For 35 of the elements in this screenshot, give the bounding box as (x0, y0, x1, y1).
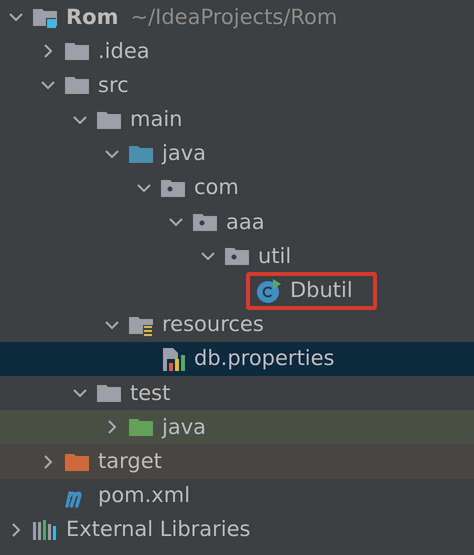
item-name: java (162, 416, 206, 439)
properties-file-icon (160, 346, 186, 372)
tree-row[interactable]: src (0, 68, 474, 103)
item-name: util (258, 244, 292, 268)
tree-row[interactable]: util (0, 239, 474, 274)
tree-row[interactable]: java (0, 136, 474, 171)
item-name: aaa (226, 210, 265, 234)
item-name: main (130, 108, 182, 132)
tree-row[interactable]: resources (0, 308, 474, 342)
tree-row[interactable]: test (0, 376, 474, 410)
item-name: pom.xml (98, 484, 190, 508)
tree-row[interactable]: db.properties (0, 342, 474, 376)
item-name: java (162, 142, 206, 166)
item-name: Rom (66, 6, 118, 29)
item-name: target (98, 450, 162, 474)
tree-row[interactable]: Dbutil (0, 274, 474, 308)
project-path: ~/IdeaProjects/Rom (130, 6, 338, 29)
tree-row[interactable]: main (0, 102, 474, 137)
tree-row[interactable]: aaa (0, 205, 474, 240)
tree-row[interactable]: External Libraries (0, 512, 474, 547)
item-name: src (98, 74, 129, 98)
item-name: com (194, 176, 239, 200)
tree-row[interactable]: pom.xml (0, 478, 474, 513)
tree-row[interactable]: Rom ~/IdeaProjects/Rom (0, 0, 474, 34)
tree-row[interactable]: .idea (0, 34, 474, 68)
item-name: db.properties (194, 347, 334, 371)
item-name: Dbutil (290, 279, 353, 302)
class-icon (256, 278, 282, 304)
tree-row[interactable]: java (0, 410, 474, 444)
tree-row[interactable]: com (0, 170, 474, 206)
item-name: resources (162, 313, 264, 336)
item-name: External Libraries (66, 518, 250, 542)
item-name: .idea (98, 40, 150, 63)
tree-row[interactable]: target (0, 444, 474, 479)
item-name: test (130, 382, 170, 405)
